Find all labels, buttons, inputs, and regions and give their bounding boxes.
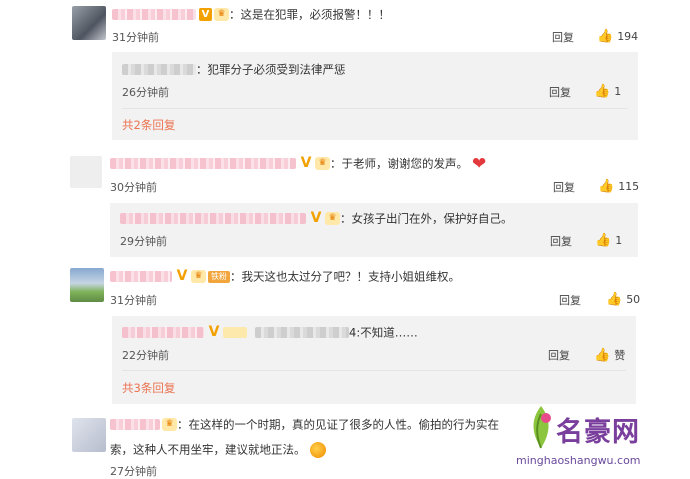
reply-button[interactable]: 回复 [552,29,574,45]
divider [122,370,626,371]
vip-badge-icon: V [310,210,322,226]
comment-text: ：我天这也太过分了吧？！支持小姐姐维权。 [230,269,460,284]
comment-text: 索，这种人不用坐牢，建议就地正法。 [110,442,306,457]
comment-text: ：于老师，谢谢您的发声。 [330,156,468,171]
like-button[interactable]: 👍 194 [597,29,638,44]
reply-line: V ♛ ：女孩子出门在外，保护好自己。 [120,210,513,227]
comment-text: ：这是在犯罪，必须报警！！！ [229,7,390,22]
comment-time: 31分钟前 [110,294,157,307]
avatar[interactable] [72,418,106,452]
username[interactable] [122,327,204,338]
like-button[interactable]: 👍 115 [598,179,639,194]
like-count: 50 [626,293,641,306]
username[interactable] [110,271,172,282]
avatar[interactable] [72,6,106,40]
fan-badge: 铁粉 [208,270,230,283]
thumb-up-icon: 👍 [594,347,611,363]
badge-blurred [223,327,247,338]
like-button[interactable]: 👍 50 [606,292,640,307]
like-button[interactable]: 👍 1 [595,233,622,248]
comment-line: V ♛ ：这是在犯罪，必须报警！！！ [112,6,390,23]
like-count: 194 [617,30,639,43]
vip-badge-icon: V [208,324,220,340]
reply-line: V 4:不知道…… [122,324,418,341]
crown-badge-icon: ♛ [214,8,229,21]
username[interactable] [120,213,306,224]
crown-badge-icon: ♛ [325,212,340,225]
reply-button[interactable]: 回复 [550,233,572,249]
comment-line: V ♛ 铁粉 ：我天这也太过分了吧？！支持小姐姐维权。 [110,268,460,285]
reply-button[interactable]: 回复 [548,347,570,363]
reply-time: 26分钟前 [122,86,169,99]
crown-badge-icon: ♛ [315,157,330,170]
vip-badge-icon: V [199,8,212,21]
thumb-up-icon: 👍 [606,292,623,307]
thumb-up-icon: 👍 [598,179,615,194]
like-button[interactable]: 👍 1 [594,84,621,99]
like-count: 1 [614,85,622,98]
username[interactable] [110,158,296,169]
comment-line: ♛ ：在这样的一个时期，真的见证了很多的人性。偷拍的行为实在 [110,416,499,433]
reply-button[interactable]: 回复 [559,292,581,308]
reply-time: 29分钟前 [120,235,167,248]
comment-text: ：在这样的一个时期，真的见证了很多的人性。偷拍的行为实在 [177,417,499,432]
reply-line: ：犯罪分子必须受到法律严惩 [122,61,346,78]
reply-text: 4:不知道…… [349,325,418,340]
username[interactable] [112,9,196,20]
leaf-logo-icon [533,406,551,449]
heart-emoji-icon: ❤ [472,153,487,174]
thumb-up-icon: 👍 [594,84,611,99]
reply-text: ：女孩子出门在外，保护好自己。 [340,211,513,226]
more-replies-link[interactable]: 共3条回复 [122,380,175,396]
comment-line-2: 索，这种人不用坐牢，建议就地正法。 [110,441,326,458]
username[interactable] [110,419,160,430]
thumb-up-icon: 👍 [595,233,612,248]
reply-time: 22分钟前 [122,349,169,362]
reply-text: ：犯罪分子必须受到法律严惩 [196,62,346,77]
comment-time: 31分钟前 [112,31,159,44]
watermark-url: minghaoshangwu.com [516,454,641,467]
comment-time: 30分钟前 [110,181,157,194]
username[interactable] [255,327,349,338]
like-count: 115 [618,180,640,193]
like-count: 1 [615,234,623,247]
reply-button[interactable]: 回复 [549,84,571,100]
crown-badge-icon: ♛ [162,418,177,431]
comment-line: V ♛ ：于老师，谢谢您的发声。 ❤ [110,155,486,172]
thumb-up-icon: 👍 [597,29,614,44]
username[interactable] [122,64,196,75]
more-replies-link[interactable]: 共2条回复 [122,117,175,133]
crown-badge-icon: ♛ [191,270,206,283]
like-count: 赞 [614,349,626,362]
vip-badge-icon: V [176,268,188,284]
emoji-icon [309,441,326,458]
vip-badge-icon: V [300,155,312,171]
avatar[interactable] [70,156,102,188]
watermark: 名豪网 minghaoshangwu.com [516,404,688,474]
avatar[interactable] [70,268,104,302]
watermark-title: 名豪网 [556,417,640,448]
divider [122,108,628,109]
like-button[interactable]: 👍 赞 [594,347,625,363]
reply-button[interactable]: 回复 [553,179,575,195]
